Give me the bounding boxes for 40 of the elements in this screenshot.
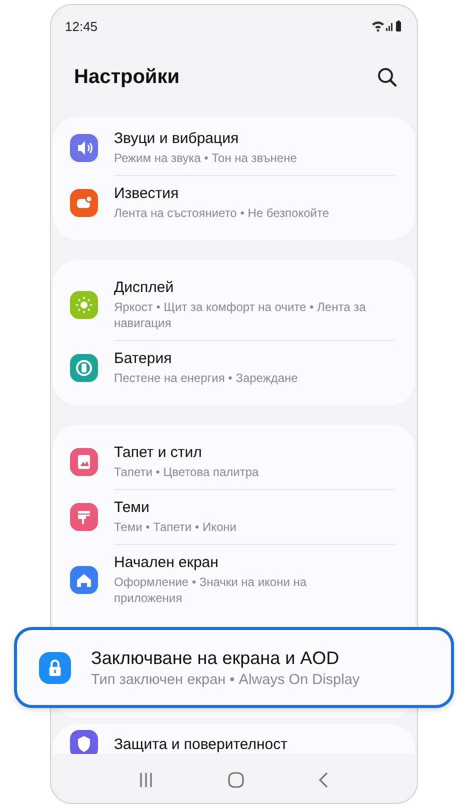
item-subtitle: Лента на състоянието • Не безпокойте	[114, 205, 330, 221]
brush-icon	[70, 503, 98, 531]
settings-item[interactable]: Батерия Пестене на енергия • Зареждане	[53, 341, 415, 395]
settings-item[interactable]: Защита и поверителност	[53, 728, 415, 754]
item-title: Начален екран	[114, 554, 220, 571]
screen-title: Настройки	[74, 66, 180, 88]
settings-item[interactable]: Известия Лента на състоянието • Не безпокойте	[53, 176, 415, 230]
status-icons	[371, 20, 403, 32]
item-title: Звуци и вибрация	[114, 130, 240, 147]
settings-item[interactable]: Теми Теми • Тапети • Икони	[53, 490, 415, 544]
item-subtitle: Тапети • Цветова палитра	[114, 464, 260, 480]
item-title: Дисплей	[114, 279, 175, 296]
search-icon[interactable]	[377, 67, 397, 87]
item-subtitle: Теми • Тапети • Икони	[114, 519, 238, 535]
recents-icon[interactable]	[138, 772, 154, 788]
item-subtitle: Оформление • Значки на икони на приложения	[114, 574, 308, 606]
sun-icon	[70, 291, 98, 319]
item-subtitle: Пестене на енергия • Зареждане	[114, 370, 299, 386]
item-title: Известия	[114, 185, 180, 202]
status-time: 12:45	[65, 18, 98, 34]
settings-item[interactable]: Начален екран Оформление • Значки на икони на приложения	[53, 545, 415, 615]
house-icon	[70, 566, 98, 594]
settings-item[interactable]: Дисплей Яркост • Щит за комфорт на очите • Лента за навигация	[53, 270, 415, 340]
item-title: Защита и поверителност	[114, 736, 288, 752]
settings-item[interactable]: Звуци и вибрация Режим на звука • Тон на звънене	[53, 121, 415, 175]
lock-icon	[39, 652, 71, 684]
picture-frame-icon	[70, 448, 98, 476]
highlighted-settings-item[interactable]: Заключване на екрана и AOD Тип заключен екран • Always On Display	[14, 627, 454, 708]
item-subtitle: Режим на звука • Тон на звънене	[114, 150, 298, 166]
item-title: Тапет и стил	[114, 444, 203, 461]
item-subtitle: Тип заключен екран • Always On Display	[91, 672, 360, 688]
speaker-icon	[70, 134, 98, 162]
item-title: Теми	[114, 499, 150, 516]
home-icon[interactable]	[228, 772, 244, 788]
battery-icon	[70, 354, 98, 382]
item-title: Батерия	[114, 350, 173, 367]
item-subtitle: Яркост • Щит за комфорт на очите • Лента за навигация	[114, 299, 367, 331]
item-title: Заключване на екрана и AOD	[91, 648, 340, 669]
settings-item[interactable]: Тапет и стил Тапети • Цветова палитра	[53, 435, 415, 489]
back-icon[interactable]	[318, 772, 330, 788]
